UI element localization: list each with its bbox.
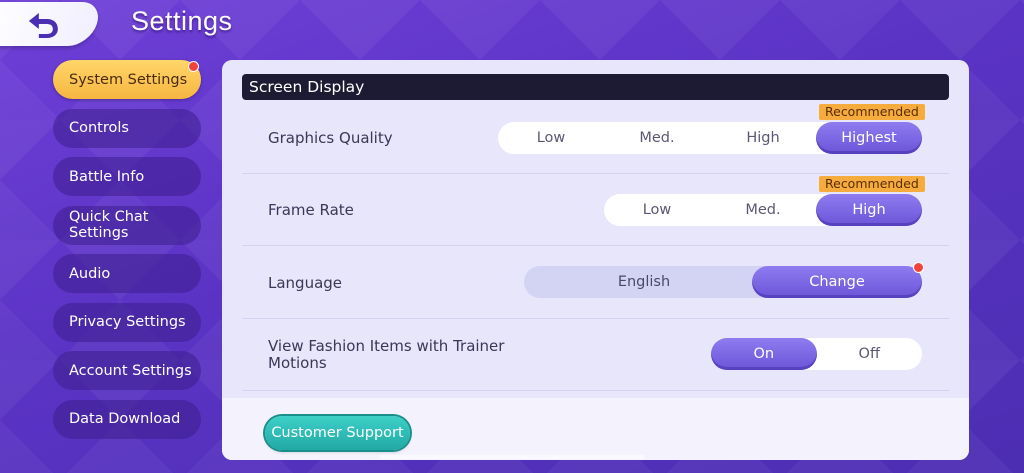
change-language-button[interactable]: Change [752, 262, 924, 298]
graphics-option-low[interactable]: Low [498, 122, 604, 154]
sidebar-item-battle-info[interactable]: Battle Info [53, 157, 201, 196]
fashion-items-row: View Fashion Items with Trainer Motions … [242, 319, 949, 391]
sidebar-item-system-settings[interactable]: System Settings [53, 60, 201, 99]
sidebar-item-data-download[interactable]: Data Download [53, 399, 201, 439]
sidebar-item-label: Data Download [69, 411, 181, 427]
language-row: Language English Change [242, 246, 949, 319]
back-button[interactable] [0, 2, 104, 46]
sidebar-item-audio[interactable]: Audio [53, 254, 201, 293]
fashion-items-toggle: On Off [711, 338, 922, 370]
section-title: Screen Display [242, 74, 949, 100]
language-box: English Change [524, 262, 924, 298]
fashion-option-on[interactable]: On [711, 338, 817, 370]
frame-rate-row: Frame Rate Recommended Low Med. High [242, 174, 949, 246]
sidebar-item-label: Audio [69, 265, 111, 282]
recommended-badge: Recommended [819, 104, 925, 120]
sidebar-item-label: Controls [69, 120, 129, 136]
panel-footer: Customer Support [222, 398, 969, 460]
sidebar: System Settings Controls Battle Info Qui… [53, 60, 201, 448]
graphics-quality-selector: Low Med. High Highest [498, 122, 922, 154]
back-arrow-icon [28, 13, 58, 38]
sidebar-item-label: Quick Chat Settings [69, 209, 149, 241]
notification-dot [188, 61, 199, 72]
sidebar-item-label: Account Settings [69, 362, 192, 379]
scrollbar[interactable] [380, 455, 644, 459]
graphics-option-med[interactable]: Med. [604, 122, 710, 154]
notification-dot [913, 262, 924, 273]
graphics-quality-row: Graphics Quality Recommended Low Med. Hi… [242, 104, 949, 174]
frame-rate-option-med[interactable]: Med. [710, 194, 816, 226]
sidebar-item-quick-chat-settings[interactable]: Quick Chat Settings [53, 205, 201, 245]
fashion-option-off[interactable]: Off [817, 338, 923, 370]
change-button-label: Change [809, 274, 865, 290]
frame-rate-selector: Low Med. High [604, 194, 922, 226]
sidebar-item-controls[interactable]: Controls [53, 108, 201, 148]
fashion-items-label: View Fashion Items with Trainer Motions [268, 337, 505, 372]
sidebar-item-privacy-settings[interactable]: Privacy Settings [53, 302, 201, 342]
graphics-option-highest[interactable]: Highest [816, 122, 922, 154]
graphics-quality-label: Graphics Quality [268, 129, 393, 147]
frame-rate-label: Frame Rate [268, 201, 354, 219]
customer-support-button[interactable]: Customer Support [265, 416, 410, 450]
sidebar-item-label: Privacy Settings [69, 314, 186, 330]
sidebar-item-label: Battle Info [69, 168, 145, 185]
graphics-option-high[interactable]: High [710, 122, 816, 154]
recommended-badge: Recommended [819, 176, 925, 192]
frame-rate-option-low[interactable]: Low [604, 194, 710, 226]
page-title: Settings [131, 6, 233, 36]
frame-rate-option-high[interactable]: High [816, 194, 922, 226]
language-label: Language [268, 274, 343, 292]
sidebar-item-label: System Settings [69, 71, 188, 88]
settings-panel: Screen Display Graphics Quality Recommen… [222, 60, 969, 460]
language-value: English [617, 274, 671, 290]
sidebar-item-account-settings[interactable]: Account Settings [53, 351, 201, 390]
